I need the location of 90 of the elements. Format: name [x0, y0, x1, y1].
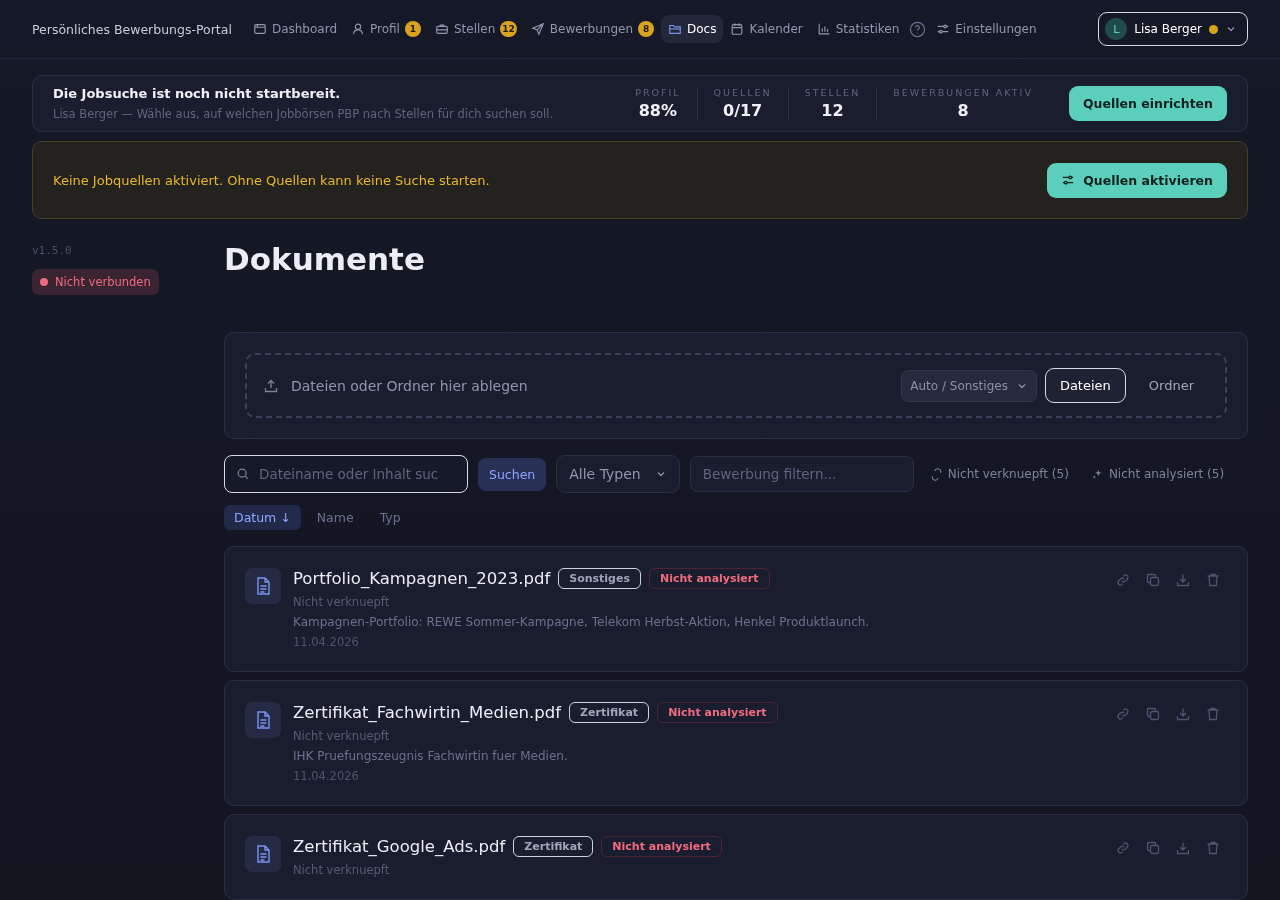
nav-tab[interactable]: Statistiken: [809, 15, 907, 43]
sort-tab[interactable]: Datum ↓: [224, 505, 301, 530]
readiness-title: Die Jobsuche ist noch nicht startbereit.: [53, 86, 342, 101]
search-button[interactable]: Suchen: [478, 457, 547, 491]
document-date: 11.04.2026: [293, 635, 359, 649]
nav-tab[interactable]: Docs: [661, 15, 724, 43]
document-card[interactable]: Portfolio_Kampagnen_2023.pdf Sonstiges Nicht analysiert Nicht verknuepft Kampagnen-Portfolio: REWE Sommer-Kampagne, Telekom Herbst-Aktion, Henkel Produktlaunch. 11.04.2026: [224, 546, 1248, 672]
app-title: Persönliches Bewerbungs-Portal: [32, 21, 232, 37]
stat-value: 8: [957, 101, 969, 120]
file-name: Zertifikat_Google_Ads.pdf: [293, 837, 506, 856]
stat-label: QUELLEN: [713, 87, 772, 98]
calendar-icon: [730, 22, 745, 36]
link-status: Nicht verknuepft: [293, 595, 390, 609]
document-icon: [245, 568, 281, 604]
delete-icon[interactable]: [1205, 840, 1221, 856]
user-avatar: L: [1105, 18, 1128, 40]
nav-tab[interactable]: Profil 1: [344, 14, 428, 44]
help-icon[interactable]: [909, 20, 927, 38]
stat-value: 12: [821, 101, 844, 120]
drop-hint: Dateien oder Ordner hier ablegen: [291, 377, 529, 394]
document-icon: [245, 702, 281, 738]
stat-label: PROFIL: [635, 87, 681, 98]
version-label: v1.5.0: [32, 244, 72, 257]
type-select[interactable]: Auto / Sonstiges: [901, 369, 1037, 402]
broken-link-icon: [929, 467, 943, 481]
type-tag: Zertifikat: [513, 836, 594, 857]
notification-dot: [1209, 24, 1218, 34]
status-tag: Nicht analysiert: [601, 836, 722, 857]
stat-value: 0/17: [723, 101, 763, 120]
application-filter-field[interactable]: Bewerbung filtern...: [689, 456, 914, 492]
copy-icon[interactable]: [1145, 840, 1161, 856]
page-title: Dokumente: [224, 241, 426, 277]
stat-label: BEWERBUNGEN AKTIV: [893, 87, 1033, 98]
briefcase-icon: [434, 22, 449, 36]
sliders-icon: [936, 22, 951, 36]
sort-tab[interactable]: Name: [306, 505, 364, 530]
status-tag: Nicht analysiert: [657, 702, 778, 723]
document-description: IHK Pruefungszeugnis Fachwirtin fuer Medien.: [293, 749, 568, 763]
nav-tab[interactable]: Stellen 12: [427, 14, 524, 44]
bar-chart-icon: [816, 22, 831, 36]
paper-plane-icon: [530, 22, 545, 36]
warning-text: Keine Jobquellen aktiviert. Ohne Quellen kann keine Suche starten.: [53, 172, 490, 188]
delete-icon[interactable]: [1205, 706, 1221, 722]
browser-window-icon: [252, 22, 267, 36]
document-date: 11.04.2026: [293, 769, 359, 783]
nav-tab[interactable]: Bewerbungen 8: [523, 14, 662, 44]
user-name: Lisa Berger: [1134, 22, 1202, 36]
link-status: Nicht verknuepft: [293, 729, 390, 743]
upload-button[interactable]: Ordner: [1133, 368, 1209, 403]
file-name: Zertifikat_Fachwirtin_Medien.pdf: [293, 703, 562, 722]
link-icon[interactable]: [1115, 572, 1131, 588]
settings-link[interactable]: Einstellungen: [929, 15, 1044, 43]
download-icon[interactable]: [1175, 840, 1191, 856]
file-name: Portfolio_Kampagnen_2023.pdf: [293, 569, 551, 588]
drop-zone[interactable]: Dateien oder Ordner hier ablegen Auto / Sonstiges Dateien Ordner: [245, 353, 1227, 418]
sliders-icon: [1061, 173, 1076, 187]
type-tag: Sonstiges: [558, 568, 641, 589]
link-icon[interactable]: [1115, 840, 1131, 856]
status-tag: Nicht analysiert: [649, 568, 770, 589]
download-icon[interactable]: [1175, 706, 1191, 722]
user-menu-button[interactable]: L Lisa Berger: [1098, 12, 1248, 46]
link-status: Nicht verknuepft: [293, 863, 390, 877]
link-icon[interactable]: [1115, 706, 1131, 722]
type-tag: Zertifikat: [569, 702, 650, 723]
upload-icon: [263, 377, 279, 394]
search-icon: [236, 467, 250, 481]
readiness-subtitle: Lisa Berger — Wähle aus, auf welchen Jobbörsen PBP nach Stellen für dich suchen soll.: [53, 107, 555, 121]
stat-value: 88%: [638, 101, 677, 120]
nav-tab[interactable]: Dashboard: [245, 15, 344, 43]
document-description: Kampagnen-Portfolio: REWE Sommer-Kampagne, Telekom Herbst-Aktion, Henkel Produktlaunch.: [293, 615, 870, 629]
document-icon: [245, 836, 281, 872]
delete-icon[interactable]: [1205, 572, 1221, 588]
search-field[interactable]: Dateiname oder Inhalt suc: [224, 455, 468, 493]
upload-button[interactable]: Dateien: [1044, 368, 1126, 403]
setup-sources-button[interactable]: Quellen einrichten: [1068, 86, 1227, 121]
document-card[interactable]: Zertifikat_Google_Ads.pdf Zertifikat Nicht analysiert Nicht verknuepft: [224, 814, 1248, 900]
connection-status: Nicht verbunden: [32, 269, 159, 295]
sort-tab[interactable]: Typ: [369, 505, 411, 530]
copy-icon[interactable]: [1145, 572, 1161, 588]
stat-label: STELLEN: [804, 87, 861, 98]
activate-sources-button[interactable]: Quellen aktivieren: [1047, 162, 1227, 198]
document-card[interactable]: Zertifikat_Fachwirtin_Medien.pdf Zertifikat Nicht analysiert Nicht verknuepft IHK Pruefungszeugnis Fachwirtin fuer Medien. 11.04.2026: [224, 680, 1248, 806]
type-filter[interactable]: Alle Typen: [556, 455, 680, 493]
unlinked-filter[interactable]: Nicht verknuepft (5): [923, 461, 1075, 487]
unanalyzed-filter[interactable]: Nicht analysiert (5): [1084, 461, 1231, 487]
copy-icon[interactable]: [1145, 706, 1161, 722]
nav-tab[interactable]: Kalender: [723, 15, 810, 43]
folder-icon: [668, 22, 683, 36]
download-icon[interactable]: [1175, 572, 1191, 588]
user-icon: [351, 22, 365, 36]
